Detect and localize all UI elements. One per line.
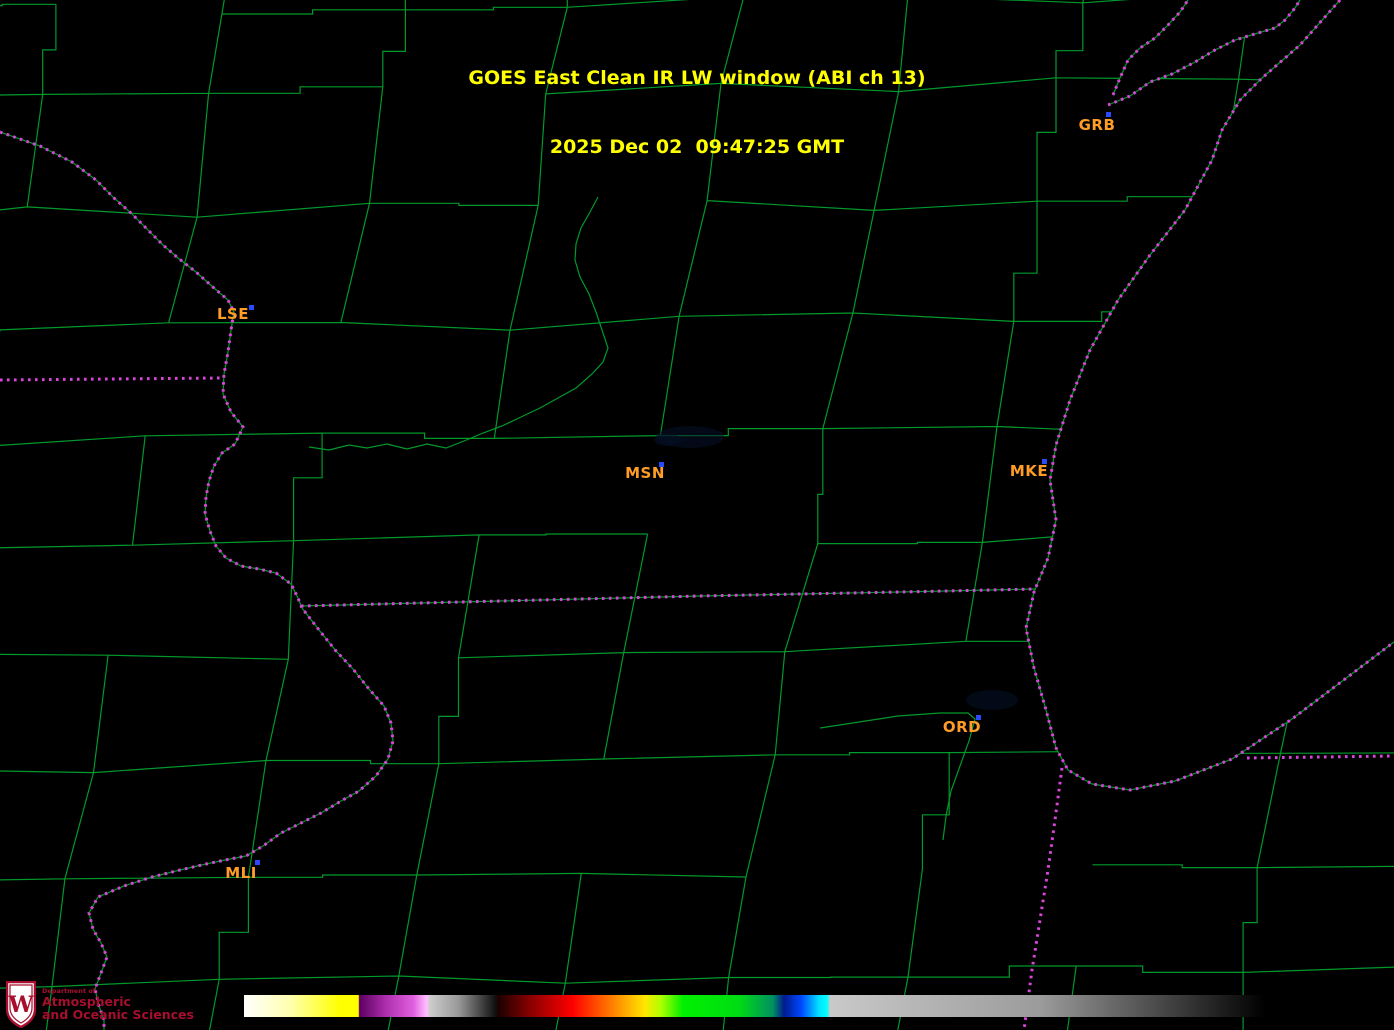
logo-line-1: Atmospheric <box>42 993 131 1009</box>
svg-text:W: W <box>8 992 34 1018</box>
satellite-viewer: GOES East Clean IR LW window (ABI ch 13)… <box>0 0 1394 1030</box>
station-label-lse: LSE <box>216 305 250 323</box>
aos-logo: W Department of Atmospheric and Oceanic … <box>6 981 194 1028</box>
station-label-msn: MSN <box>625 464 665 482</box>
uw-crest-icon: W <box>6 981 36 1028</box>
logo-line-2: and Oceanic Sciences <box>42 1006 194 1022</box>
station-label-ord: ORD <box>942 718 982 736</box>
satellite-map <box>0 0 1394 1030</box>
station-marker-lse <box>249 305 254 310</box>
station-label-mli: MLI <box>225 864 257 882</box>
station-label-grb: GRB <box>1078 116 1116 134</box>
station-label-mke: MKE <box>1009 462 1049 480</box>
color-scale-bar <box>244 995 1265 1017</box>
logo-text: Department of Atmospheric and Oceanic Sc… <box>42 988 194 1021</box>
